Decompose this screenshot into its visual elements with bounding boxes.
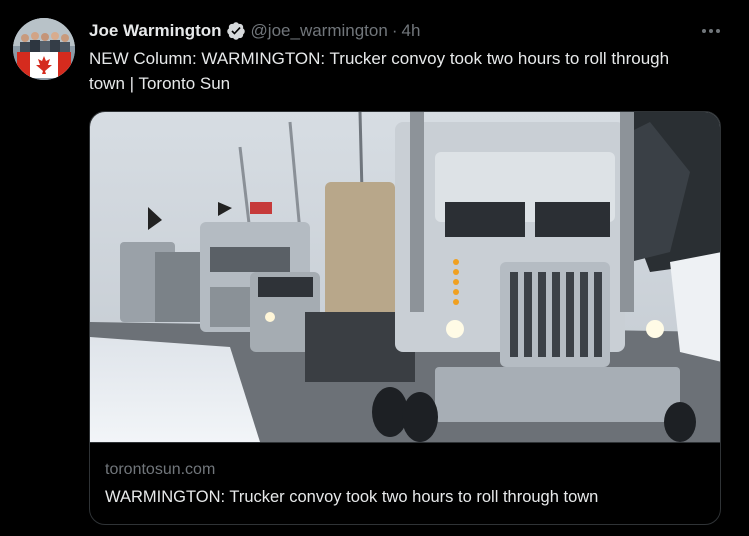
author-handle[interactable]: @joe_warmington	[251, 21, 388, 41]
tweet-text: NEW Column: WARMINGTON: Trucker convoy t…	[89, 49, 670, 93]
separator-dot: ·	[391, 21, 398, 40]
avatar-image	[13, 18, 75, 80]
card-footer[interactable]: torontosun.com WARMINGTON: Trucker convo…	[90, 442, 720, 524]
more-options-icon[interactable]	[698, 20, 724, 42]
tweet-header: Joe Warmington @joe_warmington · 4h	[89, 20, 420, 42]
card-domain: torontosun.com	[105, 461, 216, 478]
tweet[interactable]: Joe Warmington @joe_warmington · 4h NEW …	[0, 0, 749, 536]
tweet-timestamp[interactable]: 4h	[402, 21, 421, 41]
canada-flag-icon	[17, 52, 71, 78]
card-title: WARMINGTON: Trucker convoy took two hour…	[105, 488, 599, 506]
verified-badge-icon	[226, 21, 246, 41]
card-image[interactable]	[90, 112, 720, 442]
avatar[interactable]	[13, 18, 75, 80]
link-card[interactable]: torontosun.com WARMINGTON: Trucker convo…	[89, 111, 721, 525]
author-name[interactable]: Joe Warmington	[89, 21, 222, 41]
